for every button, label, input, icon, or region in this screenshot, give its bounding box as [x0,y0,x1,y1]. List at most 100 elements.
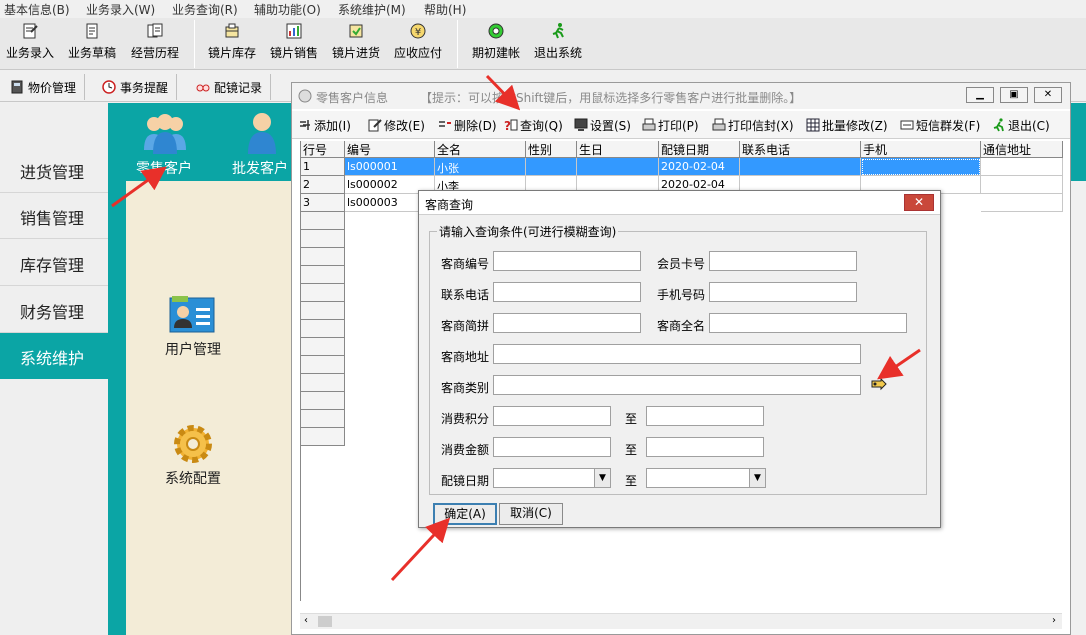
nav-system-maintenance[interactable]: 系统维护 [0,333,108,379]
cancel-button[interactable]: 取消(C) [499,503,563,525]
child-window-title: 零售客户信息 [316,91,389,105]
code-input[interactable] [493,251,641,271]
phone-input[interactable] [493,282,641,302]
edit-label: 修改(E) [384,119,425,133]
category-input[interactable] [493,375,861,395]
mobile-input[interactable] [709,282,857,302]
delete-button[interactable]: 删除(D) [438,117,497,134]
cell-date[interactable]: 2020-02-04 [659,158,740,176]
batch-edit-button[interactable]: 批量修改(Z) [806,117,888,134]
toolbar-lens-stock-button[interactable]: 镜片库存 [208,22,256,61]
menu-system-maintenance[interactable]: 系统维护(M) [338,1,406,18]
row-number[interactable]: 1 [301,158,345,176]
toolbar-receivable-button[interactable]: ¥ 应收应付 [394,22,442,61]
nav-finance-management[interactable]: 财务管理 [0,287,108,333]
cell-sex[interactable] [526,158,577,176]
print-label: 打印(P) [658,119,699,133]
category-picker-icon[interactable] [871,377,887,391]
menu-business-entry[interactable]: 业务录入(W) [86,1,155,18]
dialog-titlebar[interactable]: 客商查询 ✕ [419,191,940,215]
toolbar-label: 镜片销售 [270,46,319,60]
cell-address[interactable] [981,194,1063,212]
address-input[interactable] [493,344,861,364]
dropdown-arrow-icon[interactable]: ▼ [594,469,610,487]
customer-icon [248,113,276,154]
scroll-thumb[interactable] [318,616,332,627]
points-from-input[interactable] [493,406,611,426]
member-card-input[interactable] [709,251,857,271]
toolbar-opening-account-button[interactable]: 期初建帐 [472,22,520,61]
menu-basic-info[interactable]: 基本信息(B) [4,1,70,18]
scroll-left-icon[interactable]: ‹ [304,615,308,626]
dialog-close-button[interactable]: ✕ [904,194,934,211]
toolbar-history-button[interactable]: 经营历程 [131,22,179,61]
menu-help[interactable]: 帮助(H) [424,1,466,18]
cell-address[interactable] [981,176,1063,194]
amount-to-input[interactable] [646,437,764,457]
cell-birthday[interactable] [577,158,659,176]
system-config-label[interactable]: 系统配置 [165,468,221,488]
add-icon [300,120,310,130]
edit-button[interactable]: 修改(E) [368,117,425,134]
maximize-button[interactable]: ▣ [1000,87,1028,103]
column-header[interactable]: 性别 [526,141,577,158]
ok-button[interactable]: 确定(A) [433,503,497,525]
close-button[interactable]: ✕ [1034,87,1062,103]
column-header[interactable]: 通信地址 [981,141,1063,158]
column-header[interactable]: 行号 [301,141,345,158]
query-button[interactable]: ? 查询(Q) [504,117,563,134]
cell-phone[interactable] [740,158,861,176]
money-icon: ¥ [410,23,426,39]
row-number[interactable]: 3 [301,194,345,212]
toolbar-draft-button[interactable]: 业务草稿 [68,22,116,61]
cell-name[interactable]: 小张 [435,158,526,176]
row-number[interactable]: 2 [301,176,345,194]
print-button[interactable]: 打印(P) [642,117,699,134]
tab-price-management[interactable]: 物价管理 [2,74,86,100]
nav-inventory-management[interactable]: 库存管理 [0,240,108,286]
exit-button[interactable]: 退出(C) [992,117,1050,134]
user-management-label[interactable]: 用户管理 [165,339,221,359]
pinyin-input[interactable] [493,313,641,333]
nav-sales-management[interactable]: 销售管理 [0,193,108,239]
user-management-module[interactable] [168,294,216,334]
add-button[interactable]: 添加(I) [298,117,351,134]
date-from-picker[interactable]: ▼ [493,468,611,488]
print-envelope-button[interactable]: 打印信封(X) [712,117,794,134]
sms-broadcast-button[interactable]: 短信群发(F) [900,117,980,134]
column-header[interactable]: 生日 [577,141,659,158]
menu-business-query[interactable]: 业务查询(R) [172,1,238,18]
scroll-right-icon[interactable]: › [1052,615,1056,626]
column-header[interactable]: 全名 [435,141,526,158]
tab-glasses-records[interactable]: 配镜记录 [188,74,272,100]
horizontal-scrollbar[interactable]: ‹ › [300,613,1062,629]
column-header[interactable]: 编号 [345,141,435,158]
column-header[interactable]: 配镜日期 [659,141,740,158]
wholesale-customer-label[interactable]: 批发客户 [232,158,288,178]
child-window-titlebar[interactable]: 零售客户信息 【提示：可以按住Shift键后，用鼠标选择多行零售客户进行批量删除… [292,83,1070,109]
system-config-module[interactable] [170,421,216,467]
column-header[interactable]: 手机 [861,141,981,158]
date-to-picker[interactable]: ▼ [646,468,766,488]
retail-customer-module[interactable] [140,110,190,156]
cell-address[interactable] [981,158,1063,176]
nav-purchase-management[interactable]: 进货管理 [0,147,108,193]
toolbar-lens-sales-button[interactable]: 镜片销售 [270,22,318,61]
toolbar-business-entry-button[interactable]: 业务录入 [6,22,54,61]
dropdown-arrow-icon[interactable]: ▼ [749,469,765,487]
toolbar-label: 经营历程 [131,46,180,60]
tab-reminders[interactable]: 事务提醒 [94,74,178,100]
wholesale-customer-module[interactable] [242,110,282,156]
toolbar-lens-purchase-button[interactable]: 镜片进货 [332,22,380,61]
cell-code[interactable]: ls000001 [345,158,435,176]
settings-button[interactable]: 设置(S) [574,117,631,134]
column-header[interactable]: 联系电话 [740,141,861,158]
amount-from-input[interactable] [493,437,611,457]
fullname-input[interactable] [709,313,907,333]
retail-customer-label[interactable]: 零售客户 [136,158,192,178]
minimize-button[interactable]: ▁ [966,87,994,103]
points-to-input[interactable] [646,406,764,426]
cell-mobile[interactable] [861,158,981,176]
menu-auxiliary[interactable]: 辅助功能(O) [254,1,321,18]
toolbar-exit-button[interactable]: 退出系统 [534,22,582,61]
